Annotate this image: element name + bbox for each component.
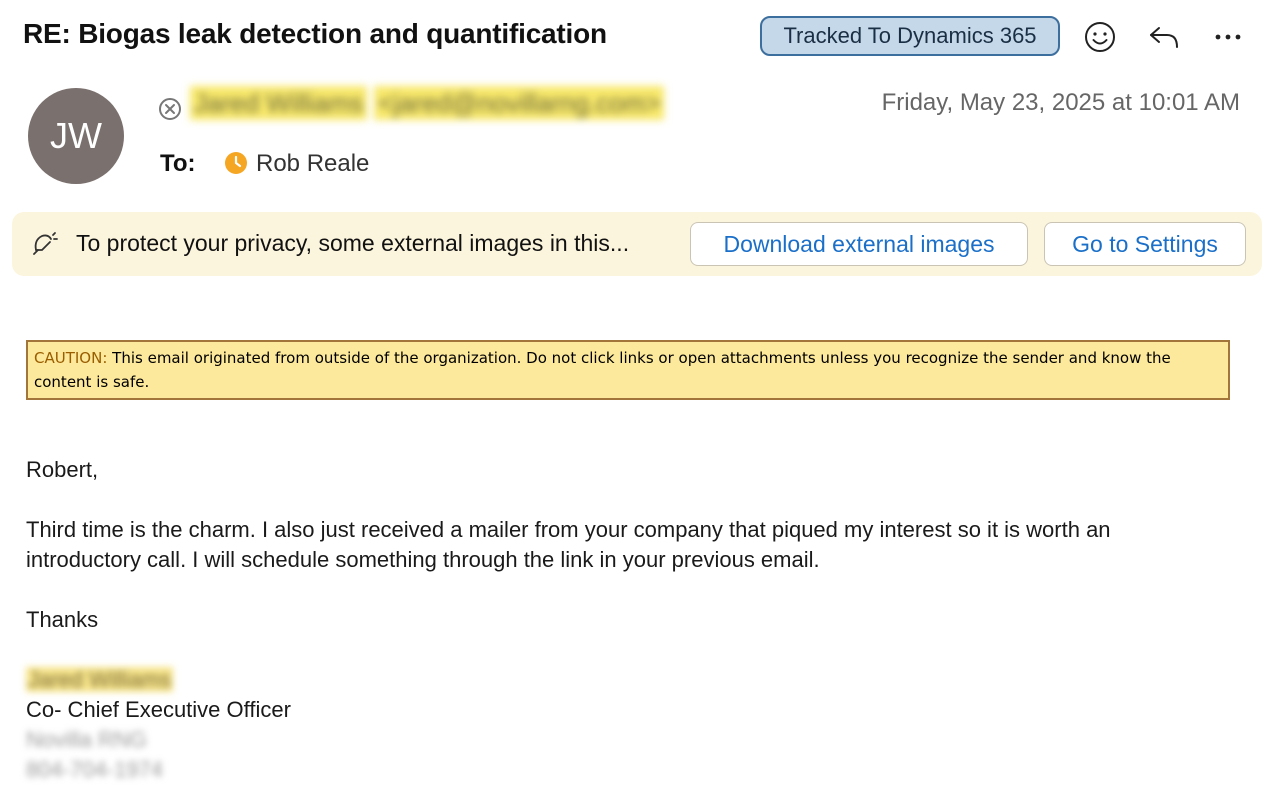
sender-email: <jared@novillarng.com> bbox=[374, 86, 665, 120]
email-subject: RE: Biogas leak detection and quantifica… bbox=[23, 18, 607, 49]
tracked-dynamics-badge[interactable]: Tracked To Dynamics 365 bbox=[760, 16, 1060, 56]
sender-line[interactable]: Jared Williams <jared@novillarng.com> bbox=[190, 86, 665, 120]
smiley-icon[interactable] bbox=[1081, 18, 1119, 56]
email-reading-pane: RE: Biogas leak detection and quantifica… bbox=[0, 0, 1274, 800]
remove-sender-icon[interactable] bbox=[158, 97, 182, 121]
go-to-settings-button[interactable]: Go to Settings bbox=[1044, 222, 1246, 266]
signature-name: Jared Williams bbox=[26, 667, 174, 692]
signature-company: Novilla RNG bbox=[26, 727, 148, 752]
recipient-status-icon bbox=[225, 152, 247, 174]
recipient-name[interactable]: Rob Reale bbox=[256, 150, 369, 178]
privacy-banner: To protect your privacy, some external i… bbox=[12, 212, 1262, 276]
caution-text: This email originated from outside of th… bbox=[34, 349, 1171, 391]
body-closing: Thanks bbox=[26, 607, 99, 632]
signature-title: Co- Chief Executive Officer bbox=[26, 697, 291, 722]
caution-banner: CAUTION: This email originated from outs… bbox=[26, 340, 1230, 400]
to-label: To: bbox=[160, 150, 196, 177]
sent-date: Friday, May 23, 2025 at 10:01 AM bbox=[881, 89, 1240, 116]
download-external-images-button[interactable]: Download external images bbox=[690, 222, 1028, 266]
body-paragraph: Third time is the charm. I also just rec… bbox=[26, 517, 1111, 572]
more-icon[interactable] bbox=[1209, 18, 1247, 56]
caution-label: CAUTION: bbox=[34, 349, 108, 367]
reply-icon[interactable] bbox=[1145, 18, 1183, 56]
sender-name: Jared Williams bbox=[190, 86, 368, 120]
sender-avatar: JW bbox=[28, 88, 124, 184]
privacy-shield-icon bbox=[33, 232, 58, 255]
body-greeting: Robert, bbox=[26, 457, 99, 482]
signature-phone: 804-704-1974 bbox=[26, 757, 164, 782]
privacy-message: To protect your privacy, some external i… bbox=[76, 230, 630, 256]
